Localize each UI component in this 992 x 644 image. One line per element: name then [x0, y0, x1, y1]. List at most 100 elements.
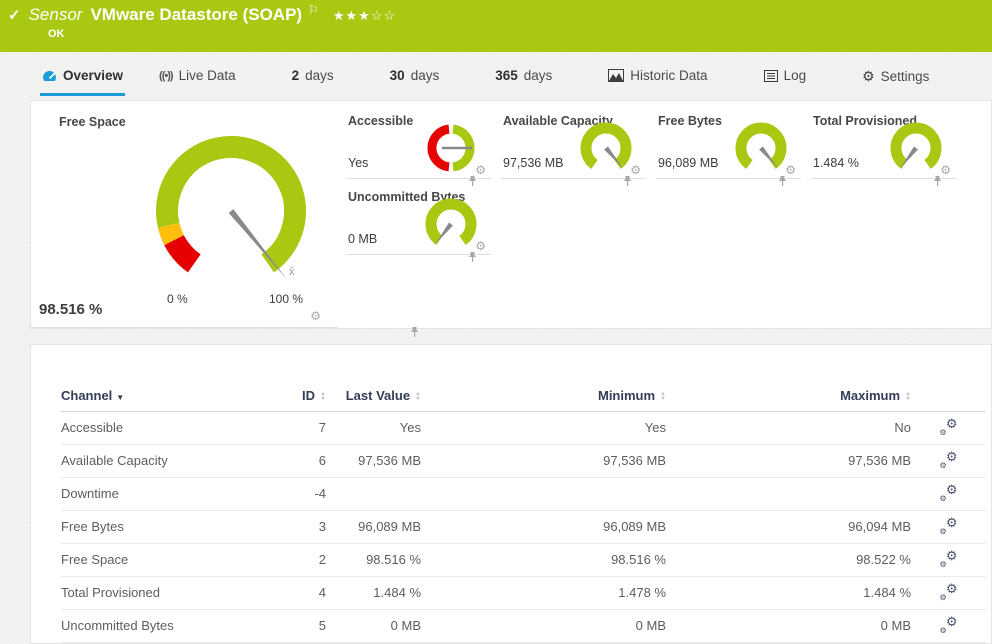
stars-empty[interactable]: ☆☆	[371, 8, 396, 23]
status-badge: OK	[48, 28, 65, 40]
table-row[interactable]: Available Capacity 6 97,536 MB 97,536 MB…	[61, 444, 986, 477]
column-header-id[interactable]: ID▲▼	[231, 381, 326, 411]
cell-channel: Accessible	[61, 411, 231, 444]
gauge-max-label: 100 %	[269, 292, 303, 306]
tab-365-days[interactable]: 365 days	[493, 62, 554, 93]
edit-channel-gears-icon[interactable]: ⚙⚙	[940, 418, 958, 434]
cell-last-value: 98.516 %	[326, 543, 421, 576]
cell-id: 2	[231, 543, 326, 576]
panel-gear-icon[interactable]: ⚙	[475, 165, 486, 175]
gauge-value: 97,536 MB	[503, 156, 563, 170]
panel-gear-icon[interactable]: ⚙	[310, 311, 321, 321]
stars-filled[interactable]: ★★★	[333, 8, 371, 23]
column-header-channel[interactable]: Channel ▼	[61, 381, 231, 411]
column-label: Last Value	[346, 388, 410, 403]
tab-30-days[interactable]: 30 days	[388, 62, 442, 93]
panel-gear-icon[interactable]: ⚙	[475, 241, 486, 251]
table-row[interactable]: Free Bytes 3 96,089 MB 96,089 MB 96,094 …	[61, 510, 986, 543]
cell-last-value: Yes	[326, 411, 421, 444]
object-kind-label: Sensor	[29, 5, 83, 25]
gauge-title: Free Bytes	[658, 114, 722, 128]
column-header-maximum[interactable]: Maximum▲▼	[666, 381, 911, 411]
sort-icon: ▲▼	[660, 392, 666, 402]
tab-historic-data-label: Historic Data	[630, 68, 707, 83]
gauge-title: Free Space	[59, 115, 126, 129]
edit-channel-gears-icon[interactable]: ⚙⚙	[940, 616, 958, 632]
gauge-icon	[42, 69, 57, 82]
tab-historic-data[interactable]: Historic Data	[606, 62, 709, 93]
mini-gauge-grid: Accessible Yes ⚙ Available Capacity 97,5…	[346, 111, 956, 255]
cell-last-value	[326, 477, 421, 510]
panel-gear-icon[interactable]: ⚙	[630, 165, 641, 175]
gauge-panel-uncommitted-bytes: Uncommitted Bytes 0 MB ⚙	[346, 187, 491, 255]
tab-log[interactable]: Log	[762, 62, 809, 93]
tab-2-days-label: days	[305, 68, 334, 83]
historic-chart-icon	[608, 69, 624, 82]
cell-id: 6	[231, 444, 326, 477]
cell-maximum: 96,094 MB	[666, 510, 911, 543]
cell-id: -4	[231, 477, 326, 510]
cell-maximum: 98.522 %	[666, 543, 911, 576]
panel-gear-icon[interactable]: ⚙	[940, 165, 951, 175]
gauge-panel-free-space: Free Space x̄ 0 % 100 % 98.516 % ⚙	[31, 101, 338, 328]
sensor-title: VMware Datastore (SOAP)	[90, 5, 302, 25]
tab-overview[interactable]: Overview	[40, 62, 125, 96]
available-capacity-gauge	[578, 121, 634, 177]
tab-settings[interactable]: ⚙ Settings	[860, 62, 931, 95]
cell-id: 5	[231, 609, 326, 642]
channel-table: Channel ▼ ID▲▼ Last Value ▲▼ Minimum▲▼ Max…	[61, 381, 986, 643]
gauge-value: 96,089 MB	[658, 156, 718, 170]
table-row[interactable]: Downtime -4 ⚙⚙	[61, 477, 986, 510]
gauge-panel-free-bytes: Free Bytes 96,089 MB ⚙	[656, 111, 801, 179]
gauge-value: 1.484 %	[813, 156, 859, 170]
column-header-last-value[interactable]: Last Value ▲▼	[326, 381, 421, 411]
cell-maximum: No	[666, 411, 911, 444]
sort-icon: ▲▼	[320, 392, 326, 402]
cell-last-value: 97,536 MB	[326, 444, 421, 477]
tab-log-label: Log	[784, 68, 807, 83]
table-row[interactable]: Accessible 7 Yes Yes No ⚙⚙	[61, 411, 986, 444]
tab-live-data[interactable]: ((•)) Live Data	[157, 62, 238, 93]
gauge-panel-total-provisioned: Total Provisioned 1.484 % ⚙	[811, 111, 956, 179]
tab-overview-label: Overview	[63, 68, 123, 83]
free-bytes-gauge	[733, 121, 789, 177]
sort-active-icon: ▼	[116, 393, 124, 402]
gauge-value: 0 MB	[348, 232, 377, 246]
edit-channel-gears-icon[interactable]: ⚙⚙	[940, 484, 958, 500]
status-check-icon: ✓	[8, 6, 21, 24]
edit-channel-gears-icon[interactable]: ⚙⚙	[940, 517, 958, 533]
edit-channel-gears-icon[interactable]: ⚙⚙	[940, 583, 958, 599]
gauge-value: 98.516 %	[39, 301, 102, 318]
table-header-row: Channel ▼ ID▲▼ Last Value ▲▼ Minimum▲▼ Max…	[61, 381, 986, 411]
cell-minimum: 0 MB	[421, 609, 666, 642]
table-row[interactable]: Free Space 2 98.516 % 98.516 % 98.522 % …	[61, 543, 986, 576]
overview-gauges-card: Free Space x̄ 0 % 100 % 98.516 % ⚙ Acces…	[30, 100, 992, 329]
flag-icon[interactable]: ⚐	[308, 3, 319, 17]
cell-last-value: 0 MB	[326, 609, 421, 642]
column-header-minimum[interactable]: Minimum▲▼	[421, 381, 666, 411]
column-label: Channel	[61, 388, 112, 403]
accessible-gauge	[423, 121, 479, 177]
gauge-panel-available-capacity: Available Capacity 97,536 MB ⚙	[501, 111, 646, 179]
cell-maximum: 0 MB	[666, 609, 911, 642]
tab-bar: Overview ((•)) Live Data 2 days 30 days …	[40, 62, 990, 96]
settings-gear-icon: ⚙	[862, 68, 875, 85]
cell-minimum: 96,089 MB	[421, 510, 666, 543]
table-row[interactable]: Uncommitted Bytes 5 0 MB 0 MB 0 MB ⚙⚙	[61, 609, 986, 642]
tab-2-days[interactable]: 2 days	[290, 62, 336, 93]
table-row[interactable]: Total Provisioned 4 1.484 % 1.478 % 1.48…	[61, 576, 986, 609]
cell-minimum: 1.478 %	[421, 576, 666, 609]
mean-marker: x̄	[289, 266, 295, 278]
sort-icon: ▲▼	[415, 392, 421, 402]
cell-minimum: Yes	[421, 411, 666, 444]
panel-gear-icon[interactable]: ⚙	[785, 165, 796, 175]
tab-2-days-number: 2	[292, 68, 300, 83]
cell-id: 3	[231, 510, 326, 543]
edit-channel-gears-icon[interactable]: ⚙⚙	[940, 451, 958, 467]
cell-maximum: 97,536 MB	[666, 444, 911, 477]
tab-365-days-label: days	[524, 68, 553, 83]
edit-channel-gears-icon[interactable]: ⚙⚙	[940, 550, 958, 566]
priority-stars[interactable]: ★★★☆☆	[333, 8, 396, 24]
live-data-icon: ((•))	[159, 70, 173, 82]
cell-minimum	[421, 477, 666, 510]
